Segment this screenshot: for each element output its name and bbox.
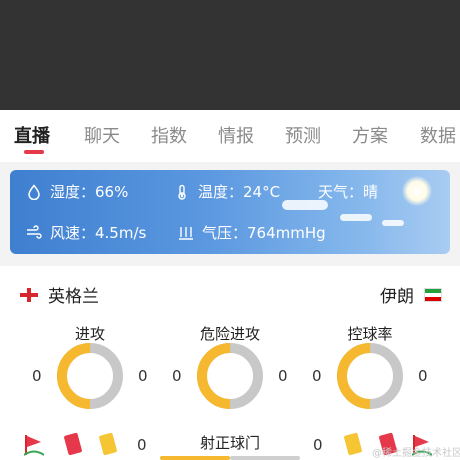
weather-wind: 风速：4.5m/s — [26, 222, 146, 243]
cloud-icon — [340, 214, 372, 221]
shots-away-bar — [230, 456, 300, 460]
attack-donut — [57, 343, 123, 409]
watermark-text: @稀土掘金技术社区 — [372, 448, 460, 459]
stat-away-possession: 0 — [418, 367, 428, 385]
stat-home-dangerous-attack: 0 — [172, 367, 182, 385]
shots-away-count: 0 — [313, 436, 323, 454]
away-team-name: 伊朗 — [380, 287, 414, 307]
condition-text: 天气：晴 — [318, 183, 379, 201]
wind-icon — [27, 224, 42, 239]
tab-data[interactable]: 数据 — [420, 122, 456, 148]
weather-temperature: 温度：24°C — [174, 181, 280, 202]
pressure-text: 气压：764mmHg — [202, 224, 326, 242]
possession-donut — [337, 343, 403, 409]
sun-icon — [392, 170, 448, 210]
stat-title-attack: 进攻 — [74, 325, 105, 343]
video-player-area[interactable] — [0, 0, 460, 110]
tab-live[interactable]: 直播 — [14, 122, 50, 148]
tab-intel[interactable]: 情报 — [218, 122, 254, 148]
cloud-icon — [382, 220, 404, 226]
shots-on-target-title: 射正球门 — [199, 434, 260, 452]
tab-prediction[interactable]: 预测 — [285, 122, 321, 148]
temperature-text: 温度：24°C — [198, 183, 281, 201]
england-flag-icon — [20, 287, 38, 302]
stat-title-dangerous-attack: 危险进攻 — [199, 325, 260, 343]
tab-plan[interactable]: 方案 — [352, 122, 388, 148]
thermometer-icon — [178, 184, 186, 200]
weather-card: 湿度：66% 温度：24°C 天气：晴 风速：4.5m/s 气压：764mmHg — [10, 170, 450, 254]
match-stats-panel: 英格兰 伊朗 进攻 0 0 危险进攻 0 0 控球率 0 0 — [0, 266, 460, 460]
iran-flag-icon — [424, 287, 442, 302]
home-team[interactable]: 英格兰 — [20, 282, 99, 307]
weather-condition: 天气：晴 — [318, 181, 378, 202]
stat-home-attack: 0 — [32, 367, 42, 385]
stat-home-possession: 0 — [312, 367, 322, 385]
away-team[interactable]: 伊朗 — [380, 282, 442, 307]
stat-away-attack: 0 — [138, 367, 148, 385]
stat-away-dangerous-attack: 0 — [278, 367, 288, 385]
weather-pressure: 气压：764mmHg — [178, 222, 326, 243]
dangerous-attack-donut — [197, 343, 263, 409]
shots-home-count: 0 — [137, 436, 147, 454]
tab-active-indicator — [24, 150, 44, 154]
humidity-text: 湿度：66% — [50, 183, 129, 201]
tab-index[interactable]: 指数 — [151, 122, 187, 148]
wind-text: 风速：4.5m/s — [50, 224, 147, 242]
pressure-icon — [179, 226, 193, 240]
shots-home-bar — [160, 456, 230, 460]
weather-humidity: 湿度：66% — [26, 181, 128, 202]
tab-chat[interactable]: 聊天 — [84, 122, 120, 148]
tab-bar: 直播 聊天 指数 情报 预测 方案 数据 — [0, 110, 460, 162]
corner-flag-icon — [24, 435, 44, 456]
droplet-icon — [28, 183, 40, 200]
home-team-name: 英格兰 — [48, 287, 99, 307]
stat-title-possession: 控球率 — [347, 325, 393, 343]
